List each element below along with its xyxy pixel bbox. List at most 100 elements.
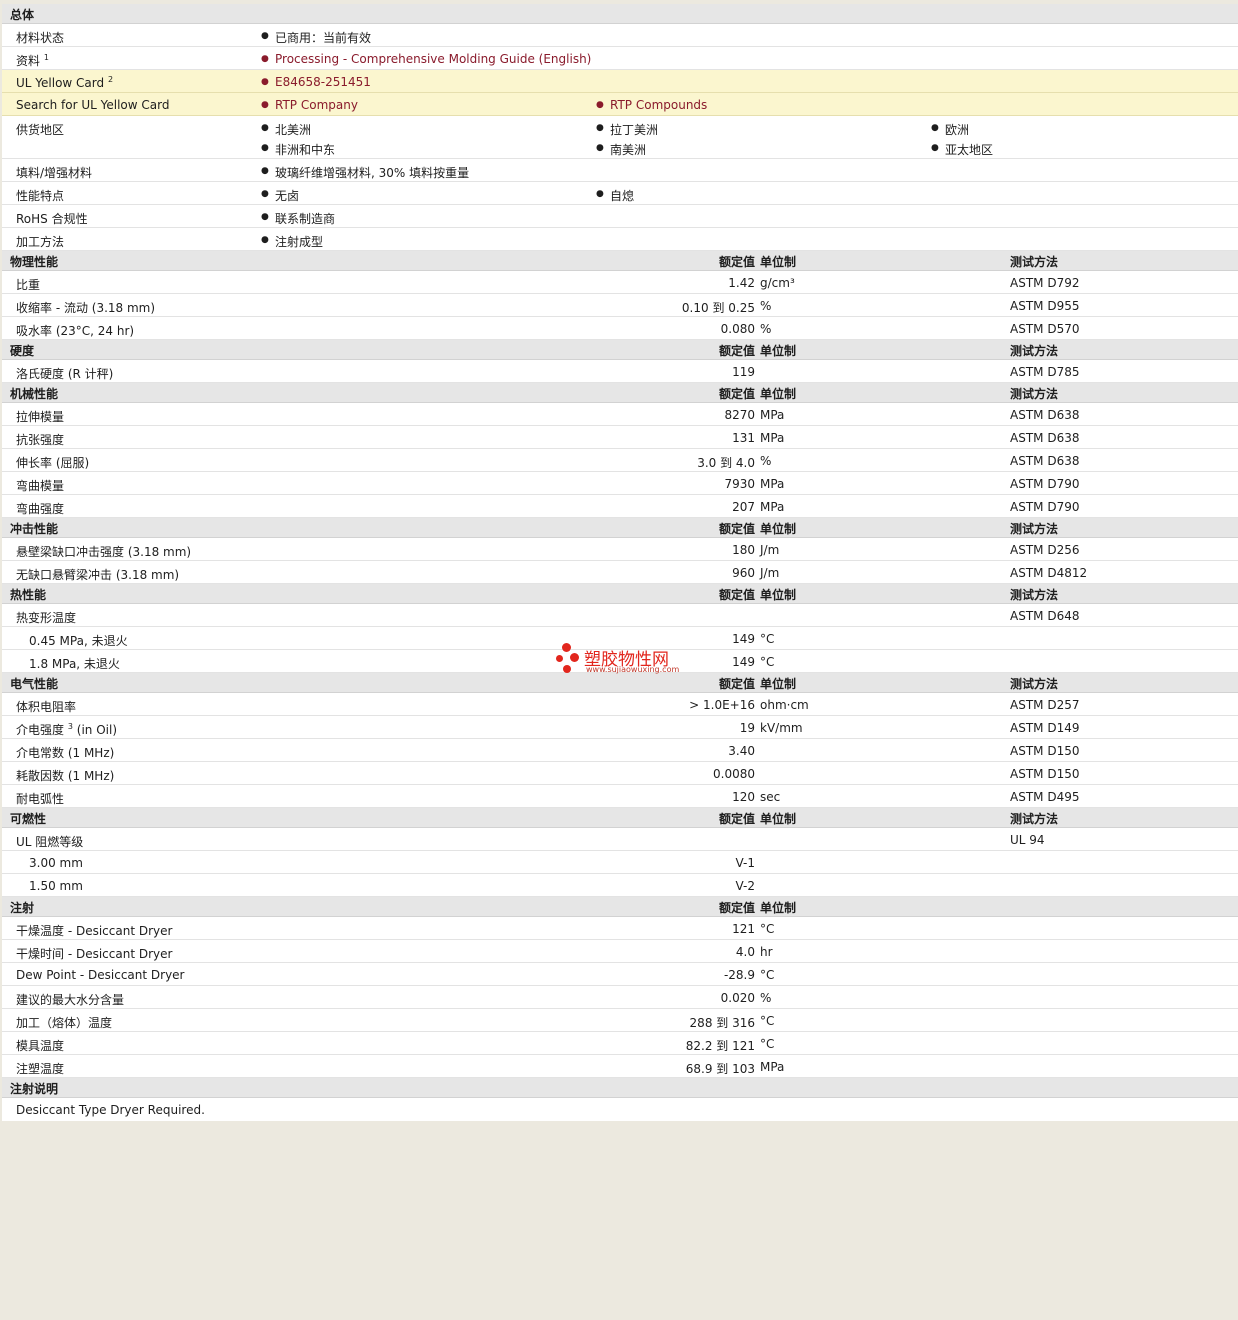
property-row: 建议的最大水分含量 0.020 %	[2, 986, 1238, 1009]
property-value: > 1.0E+16	[689, 698, 755, 712]
property-method: ASTM D570	[1010, 322, 1080, 336]
property-row: 悬壁梁缺口冲击强度 (3.18 mm) 180 J/m ASTM D256	[2, 538, 1238, 561]
row-label: 性能特点	[16, 189, 65, 203]
processing-guide-link[interactable]: Processing - Comprehensive Molding Guide…	[261, 52, 591, 66]
property-row: 无缺口悬臂梁冲击 (3.18 mm) 960 J/m ASTM D4812	[2, 561, 1238, 584]
section-title: 注射	[10, 901, 35, 915]
property-method: ASTM D785	[1010, 365, 1080, 379]
row-processing-method: 加工方法 注射成型	[2, 228, 1238, 251]
section-title: 机械性能	[10, 387, 59, 401]
section-physical: 物理性能 额定值 单位制 测试方法	[2, 251, 1238, 271]
property-unit: °C	[760, 632, 775, 646]
property-method: ASTM D638	[1010, 431, 1080, 445]
row-rohs: RoHS 合规性 联系制造商	[2, 205, 1238, 228]
property-row: 伸长率 (屈服) 3.0 到 4.0 % ASTM D638	[2, 449, 1238, 472]
property-label: 介电强度 3 (in Oil)	[16, 722, 117, 737]
property-label: UL 阻燃等级	[16, 835, 84, 849]
site-watermark: 塑胶物性网 www.sujiaowuxing.com	[554, 643, 694, 679]
datasheet-page: { "general": { "title": "总体", "status_la…	[0, 0, 1238, 1320]
property-label: 悬壁梁缺口冲击强度 (3.18 mm)	[16, 545, 192, 559]
property-value: 121	[732, 922, 755, 936]
property-value: 0.080	[720, 322, 755, 336]
property-row: UL 阻燃等级 UL 94	[2, 828, 1238, 851]
property-unit: °C	[760, 968, 775, 982]
property-subrow: 3.00 mm V-1	[2, 851, 1238, 874]
col-header-nominal: 额定值	[718, 387, 755, 401]
col-header-nominal: 额定值	[718, 812, 755, 826]
property-unit: hr	[760, 945, 773, 959]
property-label: 弯曲模量	[16, 479, 65, 493]
property-label: 抗张强度	[16, 433, 65, 447]
col-header-method: 测试方法	[1010, 344, 1059, 358]
region-item: 亚太地区	[931, 141, 993, 158]
section-mechanical: 机械性能 额定值 单位制 测试方法	[2, 383, 1238, 403]
row-label: RoHS 合规性	[16, 212, 88, 226]
section-flammability: 可燃性 额定值 单位制 测试方法	[2, 808, 1238, 828]
property-value: 180	[732, 543, 755, 557]
col-header-method: 测试方法	[1010, 255, 1059, 269]
row-label: Search for UL Yellow Card	[16, 98, 170, 112]
property-row: 热变形温度 ASTM D648	[2, 604, 1238, 627]
property-unit: g/cm³	[760, 276, 795, 290]
property-label: 加工（熔体）温度	[16, 1016, 113, 1030]
property-unit: °C	[760, 922, 775, 936]
property-row: 弯曲强度 207 MPa ASTM D790	[2, 495, 1238, 518]
footnote-ref: 3	[67, 722, 73, 731]
row-label: 加工方法	[16, 235, 65, 249]
property-unit: ohm·cm	[760, 698, 809, 712]
property-subrow: 1.50 mm V-2	[2, 874, 1238, 897]
property-value: 19	[739, 721, 755, 735]
property-unit: %	[760, 299, 772, 313]
col-header-nominal: 额定值	[718, 344, 755, 358]
watermark-logo-icon	[562, 643, 571, 652]
section-hardness: 硬度 额定值 单位制 测试方法	[2, 340, 1238, 360]
section-title: 物理性能	[10, 255, 59, 269]
property-value: 119	[732, 365, 755, 379]
section-title: 冲击性能	[10, 522, 59, 536]
property-label: 介电常数 (1 MHz)	[16, 746, 115, 760]
property-value: 120	[732, 790, 755, 804]
property-row: 介电常数 (1 MHz) 3.40 ASTM D150	[2, 739, 1238, 762]
row-value: 玻璃纤维增强材料, 30% 填料按重量	[261, 164, 469, 181]
col-header-unit: 单位制	[760, 344, 797, 358]
property-label: 1.50 mm	[29, 879, 83, 893]
ul-yellow-card-link[interactable]: E84658-251451	[261, 75, 371, 89]
property-unit: %	[760, 322, 772, 336]
region-item: 南美洲	[596, 141, 646, 158]
property-unit: °C	[760, 1037, 775, 1051]
watermark-logo-icon	[563, 665, 571, 673]
property-row: Dew Point - Desiccant Dryer -28.9 °C	[2, 963, 1238, 986]
property-method: ASTM D648	[1010, 609, 1080, 623]
property-unit: J/m	[760, 543, 780, 557]
row-label: 材料状态	[16, 31, 65, 45]
row-label: 填料/增强材料	[16, 166, 93, 180]
property-value: 3.40	[728, 744, 755, 758]
property-method: ASTM D638	[1010, 454, 1080, 468]
property-row: 干燥时间 - Desiccant Dryer 4.0 hr	[2, 940, 1238, 963]
property-row: 抗张强度 131 MPa ASTM D638	[2, 426, 1238, 449]
property-method: ASTM D256	[1010, 543, 1080, 557]
property-unit: MPa	[760, 408, 785, 422]
property-unit: MPa	[760, 500, 785, 514]
property-value: 68.9 到 103	[685, 1062, 755, 1076]
col-header-method: 测试方法	[1010, 522, 1059, 536]
rtp-company-link[interactable]: RTP Company	[261, 98, 358, 112]
property-unit: J/m	[760, 566, 780, 580]
rtp-compounds-link[interactable]: RTP Compounds	[596, 98, 707, 112]
property-unit: °C	[760, 655, 775, 669]
property-value: 8270	[724, 408, 755, 422]
footnote-ref: 1	[43, 53, 49, 62]
property-label: 无缺口悬臂梁冲击 (3.18 mm)	[16, 568, 180, 582]
col-header-unit: 单位制	[760, 901, 797, 915]
property-value: 0.020	[720, 991, 755, 1005]
property-label: 0.45 MPa, 未退火	[29, 634, 128, 648]
property-value: 207	[732, 500, 755, 514]
section-general: 总体	[2, 4, 1238, 24]
property-row: 注塑温度 68.9 到 103 MPa	[2, 1055, 1238, 1078]
property-label: 干燥时间 - Desiccant Dryer	[16, 947, 173, 961]
feature-item: 无卤	[261, 187, 299, 204]
property-value: 3.0 到 4.0	[697, 456, 755, 470]
col-header-unit: 单位制	[760, 812, 797, 826]
property-value: -28.9	[723, 968, 755, 982]
row-supply-regions: 供货地区 北美洲 拉丁美洲 欧洲 非洲和中东 南美洲 亚太地区	[2, 116, 1238, 159]
